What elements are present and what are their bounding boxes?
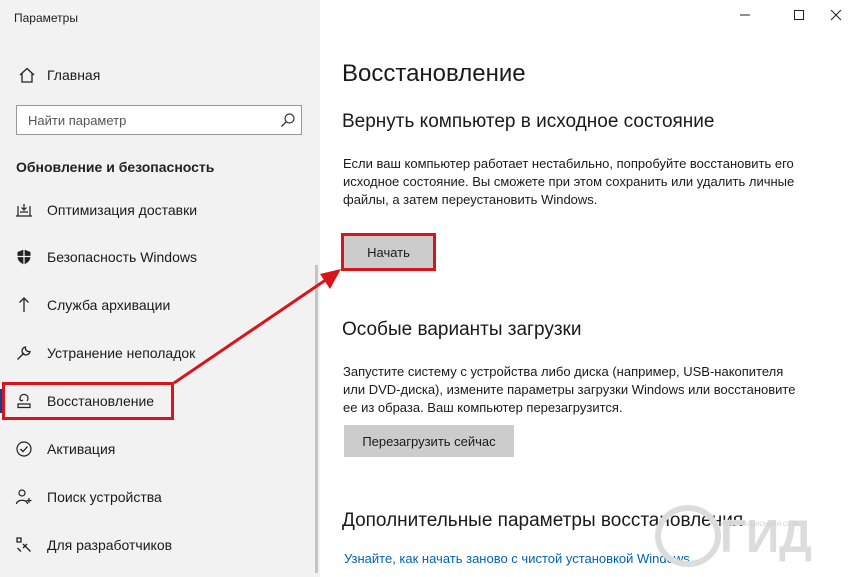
search-input[interactable] bbox=[17, 106, 278, 134]
shield-icon bbox=[14, 247, 34, 267]
active-indicator bbox=[0, 389, 4, 413]
person-location-icon bbox=[14, 487, 34, 507]
reset-description: Если ваш компьютер работает нестабильно,… bbox=[343, 156, 795, 207]
maximize-icon bbox=[793, 8, 805, 26]
sidebar-item-delivery-optimization[interactable]: Оптимизация доставки bbox=[0, 190, 318, 230]
minimize-icon bbox=[739, 8, 751, 26]
sidebar-item-label: Устранение неполадок bbox=[47, 345, 196, 361]
sidebar-home-label: Главная bbox=[47, 67, 101, 83]
app-title: Параметры bbox=[14, 11, 78, 25]
sidebar-item-backup[interactable]: Служба архивации bbox=[0, 285, 318, 325]
minimize-button[interactable] bbox=[727, 0, 763, 34]
search-box bbox=[16, 105, 302, 135]
sidebar-item-developers[interactable]: Для разработчиков bbox=[0, 525, 318, 565]
sidebar-item-activation[interactable]: Активация bbox=[0, 429, 318, 469]
restart-now-button[interactable]: Перезагрузить сейчас bbox=[344, 425, 514, 457]
close-button[interactable] bbox=[818, 0, 854, 34]
recovery-icon bbox=[14, 391, 34, 411]
sidebar-item-label: Безопасность Windows bbox=[47, 249, 197, 265]
sidebar-item-label: Оптимизация доставки bbox=[47, 202, 198, 218]
clean-install-link[interactable]: Узнайте, как начать заново с чистой уста… bbox=[344, 551, 690, 566]
backup-arrow-icon bbox=[14, 295, 34, 315]
sidebar-scrollbar[interactable] bbox=[315, 265, 318, 573]
sidebar-item-label: Служба архивации bbox=[47, 297, 171, 313]
sidebar: Параметры Главная Обновление и безопасно… bbox=[0, 0, 320, 577]
section-title: Обновление и безопасность bbox=[16, 159, 215, 175]
sidebar-item-find-device[interactable]: Поиск устройства bbox=[0, 477, 318, 517]
sidebar-item-label: Поиск устройства bbox=[47, 489, 162, 505]
sidebar-item-label: Для разработчиков bbox=[47, 537, 173, 553]
check-circle-icon bbox=[14, 439, 34, 459]
sidebar-item-label: Восстановление bbox=[47, 393, 155, 409]
main-content: Восстановление Вернуть компьютер в исход… bbox=[320, 0, 865, 577]
close-icon bbox=[830, 8, 842, 26]
page-title: Восстановление bbox=[342, 60, 526, 87]
sidebar-home[interactable]: Главная bbox=[16, 64, 100, 86]
more-options-heading: Дополнительные параметры восстановления bbox=[342, 510, 744, 531]
maximize-button[interactable] bbox=[781, 0, 817, 34]
developer-tools-icon bbox=[14, 535, 34, 555]
sidebar-item-recovery[interactable]: Восстановление bbox=[0, 381, 318, 421]
sidebar-item-windows-security[interactable]: Безопасность Windows bbox=[0, 237, 318, 277]
search-icon[interactable] bbox=[280, 112, 296, 128]
advanced-startup-description: Запустите систему с устройства либо диск… bbox=[343, 364, 796, 415]
start-reset-button[interactable]: Начать bbox=[344, 236, 433, 268]
home-icon bbox=[16, 64, 38, 86]
sidebar-item-troubleshoot[interactable]: Устранение неполадок bbox=[0, 333, 318, 373]
sidebar-item-label: Активация bbox=[47, 441, 116, 457]
advanced-startup-heading: Особые варианты загрузки bbox=[342, 319, 582, 340]
reset-heading: Вернуть компьютер в исходное состояние bbox=[342, 111, 715, 132]
delivery-optimization-icon bbox=[14, 200, 34, 220]
wrench-icon bbox=[14, 343, 34, 363]
